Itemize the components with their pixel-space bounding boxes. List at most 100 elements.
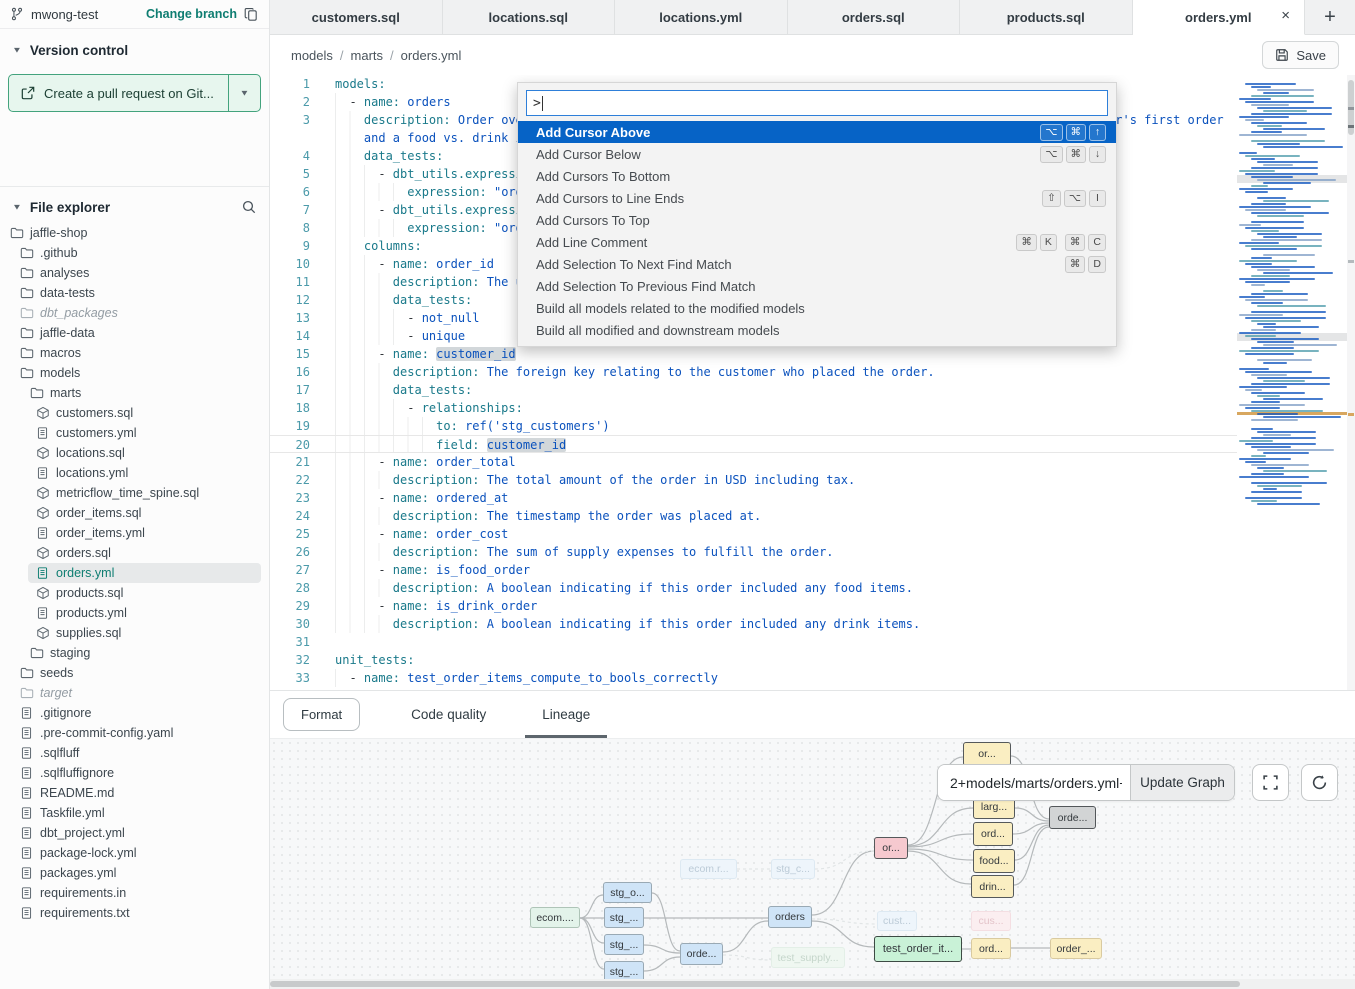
code-line-30[interactable]: 30 description: A boolean indicating if … <box>270 615 1355 633</box>
change-branch-link[interactable]: Change branch <box>146 7 237 21</box>
file-explorer-header[interactable]: ▼ File explorer <box>0 187 269 221</box>
lineage-graph[interactable]: ecom....stg_o...stg_...stg_...stg_...ord… <box>270 738 1355 979</box>
lineage-node-ecom-r-[interactable]: ecom.r... <box>680 859 737 879</box>
editor-scrollbar[interactable] <box>1347 75 1355 690</box>
lineage-node-stg_c-[interactable]: stg_c... <box>771 859 815 879</box>
lineage-node-drin-[interactable]: drin... <box>971 875 1014 898</box>
file-tree-item-package-lock-yml[interactable]: package-lock.yml <box>0 843 269 863</box>
breadcrumb-part[interactable]: orders.yml <box>401 48 462 63</box>
file-tree-item-target[interactable]: target <box>0 683 269 703</box>
lineage-node-stg_-[interactable]: stg_... <box>604 934 644 955</box>
refresh-button[interactable] <box>1301 764 1338 801</box>
new-tab-button[interactable]: + <box>1305 0 1355 34</box>
file-tree-item-analyses[interactable]: analyses <box>0 263 269 283</box>
file-tree-item-models[interactable]: models <box>0 363 269 383</box>
lineage-node-stg_-[interactable]: stg_... <box>604 961 644 979</box>
file-tree-item-dbt-project-yml[interactable]: dbt_project.yml <box>0 823 269 843</box>
lineage-node-orde-[interactable]: orde... <box>680 943 723 965</box>
lineage-node-test_order_it-[interactable]: test_order_it... <box>874 936 962 962</box>
lineage-node-or-[interactable]: or... <box>963 742 1011 766</box>
file-tree-item--gitignore[interactable]: .gitignore <box>0 703 269 723</box>
file-tree-item-metricflow-time-spine-sql[interactable]: metricflow_time_spine.sql <box>0 483 269 503</box>
tab-products-sql[interactable]: products.sql <box>960 0 1133 34</box>
breadcrumb-part[interactable]: marts <box>351 48 384 63</box>
search-icon[interactable] <box>241 199 257 215</box>
format-button[interactable]: Format <box>283 698 360 731</box>
lineage-selector-input[interactable] <box>938 765 1130 800</box>
code-line-33[interactable]: 33 - name: test_order_items_compute_to_b… <box>270 669 1355 687</box>
file-tree-item-macros[interactable]: macros <box>0 343 269 363</box>
file-tree-item-jaffle-shop[interactable]: jaffle-shop <box>0 223 269 243</box>
palette-item-build-all-models-related-to-the-modified-models[interactable]: Build all models related to the modified… <box>518 297 1116 319</box>
minimap[interactable] <box>1237 80 1347 520</box>
fullscreen-button[interactable] <box>1252 764 1289 801</box>
file-tree-item--pre-commit-config-yaml[interactable]: .pre-commit-config.yaml <box>0 723 269 743</box>
file-tree-item-orders-sql[interactable]: orders.sql <box>0 543 269 563</box>
code-line-15[interactable]: 15 - name: customer_id <box>270 345 1355 363</box>
file-tree-item-marts[interactable]: marts <box>0 383 269 403</box>
lineage-node-cust-[interactable]: cust... <box>877 911 917 931</box>
file-tree-item-requirements-txt[interactable]: requirements.txt <box>0 903 269 923</box>
command-palette-input[interactable]: > <box>526 90 1108 116</box>
palette-item-add-selection-to-next-find-match[interactable]: Add Selection To Next Find Match⌘D <box>518 253 1116 275</box>
palette-item-add-selection-to-previous-find-match[interactable]: Add Selection To Previous Find Match <box>518 275 1116 297</box>
file-tree-item-packages-yml[interactable]: packages.yml <box>0 863 269 883</box>
code-line-21[interactable]: 21 - name: order_total <box>270 453 1355 471</box>
file-tree-item-dbt-packages[interactable]: dbt_packages <box>0 303 269 323</box>
code-line-29[interactable]: 29 - name: is_drink_order <box>270 597 1355 615</box>
breadcrumb-part[interactable]: models <box>291 48 333 63</box>
palette-item-add-cursor-below[interactable]: Add Cursor Below⌥⌘↓ <box>518 143 1116 165</box>
bottom-tab-code-quality[interactable]: Code quality <box>406 691 491 738</box>
file-tree-item-supplies-sql[interactable]: supplies.sql <box>0 623 269 643</box>
file-tree-item--sqlfluff[interactable]: .sqlfluff <box>0 743 269 763</box>
tab-orders-sql[interactable]: orders.sql <box>788 0 961 34</box>
file-tree-item-taskfile-yml[interactable]: Taskfile.yml <box>0 803 269 823</box>
code-line-27[interactable]: 27 - name: is_food_order <box>270 561 1355 579</box>
file-tree-item-locations-yml[interactable]: locations.yml <box>0 463 269 483</box>
lineage-node-food-[interactable]: food... <box>973 849 1015 873</box>
file-tree-item-customers-sql[interactable]: customers.sql <box>0 403 269 423</box>
lineage-node-test_supply-[interactable]: test_supply... <box>771 947 845 968</box>
code-line-28[interactable]: 28 description: A boolean indicating if … <box>270 579 1355 597</box>
pr-dropdown-button[interactable]: ▼ <box>228 75 260 111</box>
file-tree-item--github[interactable]: .github <box>0 243 269 263</box>
file-tree-item-products-sql[interactable]: products.sql <box>0 583 269 603</box>
save-button[interactable]: Save <box>1262 41 1339 69</box>
code-line-25[interactable]: 25 - name: order_cost <box>270 525 1355 543</box>
code-line-22[interactable]: 22 description: The total amount of the … <box>270 471 1355 489</box>
version-control-header[interactable]: ▼ Version control <box>0 29 269 66</box>
tab-locations-yml[interactable]: locations.yml <box>615 0 788 34</box>
code-line-23[interactable]: 23 - name: ordered_at <box>270 489 1355 507</box>
horizontal-scrollbar[interactable] <box>270 979 1355 989</box>
file-tree-item-jaffle-data[interactable]: jaffle-data <box>0 323 269 343</box>
file-tree-item-data-tests[interactable]: data-tests <box>0 283 269 303</box>
tab-locations-sql[interactable]: locations.sql <box>443 0 616 34</box>
bottom-tab-lineage[interactable]: Lineage <box>537 691 595 738</box>
file-tree-item-staging[interactable]: staging <box>0 643 269 663</box>
palette-item-add-cursors-to-top[interactable]: Add Cursors To Top <box>518 209 1116 231</box>
file-tree-item--sqlfluffignore[interactable]: .sqlfluffignore <box>0 763 269 783</box>
palette-item-add-cursors-to-bottom[interactable]: Add Cursors To Bottom <box>518 165 1116 187</box>
file-tree-item-customers-yml[interactable]: customers.yml <box>0 423 269 443</box>
file-tree-item-locations-sql[interactable]: locations.sql <box>0 443 269 463</box>
code-line-24[interactable]: 24 description: The timestamp the order … <box>270 507 1355 525</box>
code-line-19[interactable]: 19 to: ref('stg_customers') <box>270 417 1355 435</box>
horizontal-scrollbar-thumb[interactable] <box>270 981 1240 987</box>
lineage-node-cus-[interactable]: cus... <box>971 911 1011 931</box>
lineage-node-ord-[interactable]: ord... <box>973 822 1013 846</box>
lineage-node-stg_o-[interactable]: stg_o... <box>603 882 652 903</box>
update-graph-button[interactable]: Update Graph <box>1130 765 1234 800</box>
code-editor[interactable]: 1models:2 - name: orders3 description: O… <box>270 75 1355 690</box>
file-tree-item-products-yml[interactable]: products.yml <box>0 603 269 623</box>
file-tree-item-order-items-yml[interactable]: order_items.yml <box>0 523 269 543</box>
create-pr-button[interactable]: Create a pull request on Git... ▼ <box>8 74 261 112</box>
code-line-20[interactable]: 20 field: customer_id <box>270 435 1355 453</box>
close-icon[interactable]: × <box>1281 7 1290 24</box>
file-tree-item-orders-yml[interactable]: orders.yml <box>0 563 269 583</box>
file-tree-item-requirements-in[interactable]: requirements.in <box>0 883 269 903</box>
palette-item-build-all-modified-and-downstream-models[interactable]: Build all modified and downstream models <box>518 319 1116 341</box>
lineage-node-ord-[interactable]: ord... <box>971 938 1011 959</box>
lineage-node-ecom-[interactable]: ecom.... <box>530 907 580 928</box>
code-line-16[interactable]: 16 description: The foreign key relating… <box>270 363 1355 381</box>
lineage-node-orders[interactable]: orders <box>768 906 812 928</box>
